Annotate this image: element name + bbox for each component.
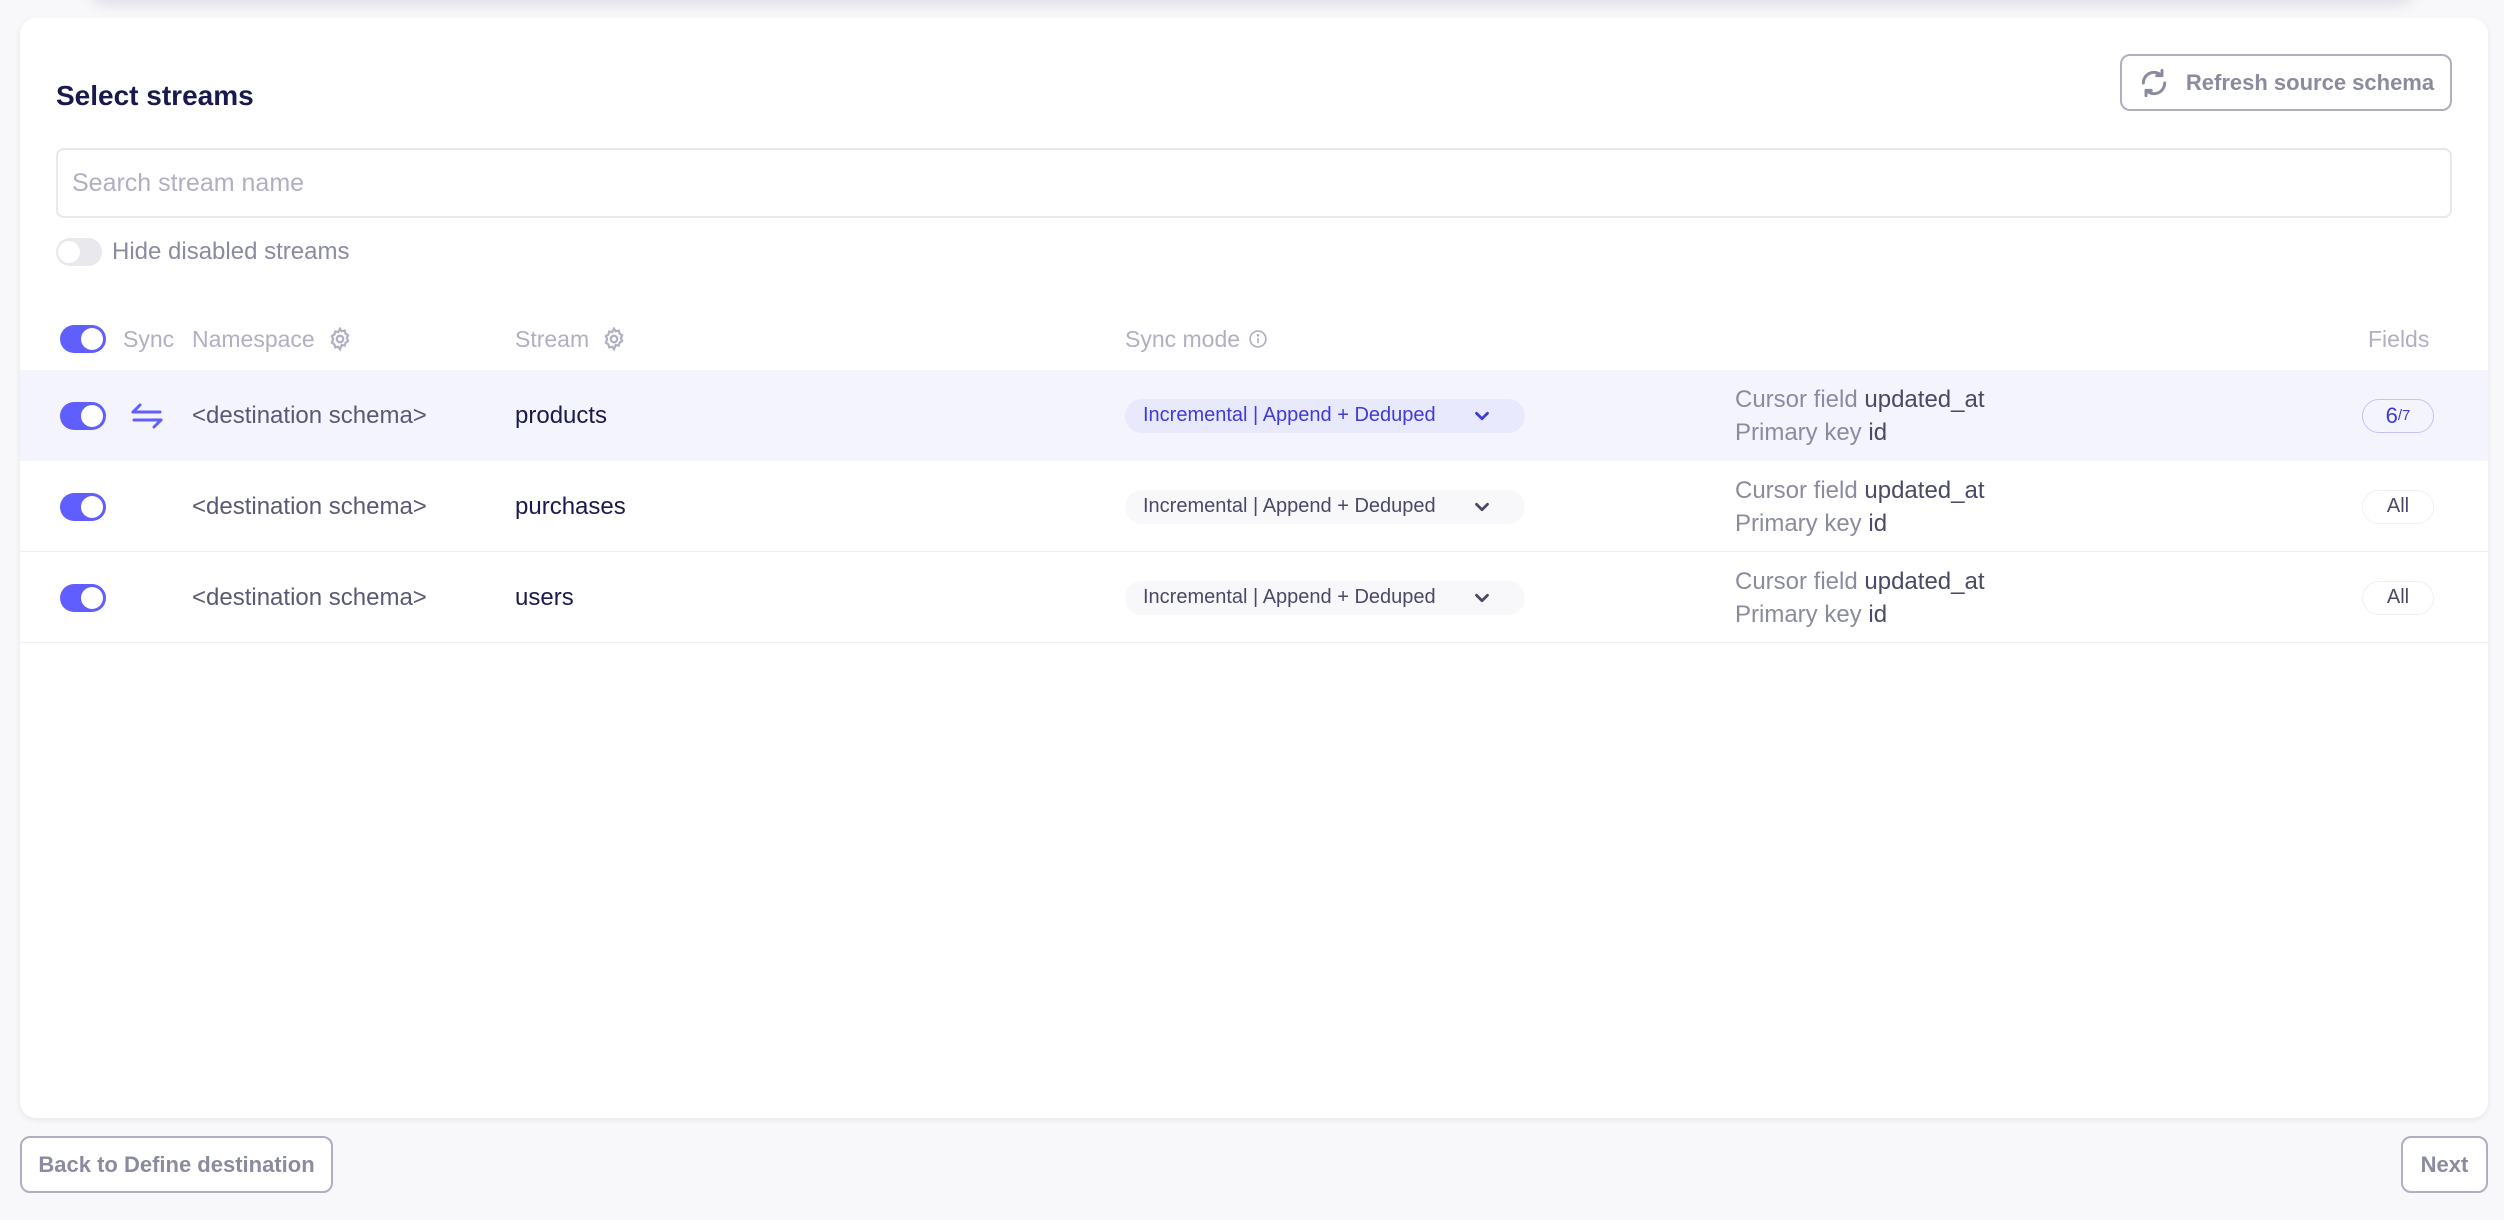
sync-arrows-icon — [131, 403, 163, 428]
sync-column-header: Sync — [123, 325, 175, 352]
cursor-field-label: Cursor field — [1735, 567, 1858, 595]
toggle-knob — [81, 328, 103, 350]
stream-settings-gear-icon[interactable] — [601, 326, 627, 352]
refresh-source-schema-label: Refresh source schema — [2185, 69, 2435, 95]
back-to-define-destination-button[interactable]: Back to Define destination — [20, 1136, 333, 1193]
sync-mode-info-icon[interactable] — [1248, 329, 1268, 349]
toggle-knob — [58, 241, 80, 263]
refresh-icon — [2141, 68, 2167, 97]
chevron-down-icon — [1475, 411, 1489, 420]
toggle-knob — [81, 495, 103, 518]
cursor-primary-key-info: Cursor field updated_at Primary key id — [1735, 461, 1985, 552]
primary-key-value: id — [1868, 509, 1888, 537]
chevron-down-icon — [1475, 502, 1489, 511]
primary-key-label: Primary key — [1735, 509, 1862, 537]
toggle-knob — [81, 404, 103, 427]
sync-mode-value: Incremental | Append + Deduped — [1143, 404, 1436, 426]
next-button[interactable]: Next — [2401, 1136, 2488, 1193]
table-header: Sync Namespace Stream Sync mode Fields — [20, 308, 2488, 370]
fields-selection-button[interactable]: All — [2362, 489, 2434, 524]
cursor-field-label: Cursor field — [1735, 385, 1858, 413]
sync-mode-dropdown[interactable]: Incremental | Append + Deduped — [1125, 489, 1525, 524]
sync-mode-dropdown[interactable]: Incremental | Append + Deduped — [1125, 580, 1525, 615]
sync-mode-dropdown[interactable]: Incremental | Append + Deduped — [1125, 398, 1525, 433]
fields-all-label: All — [2386, 586, 2410, 608]
stream-column-header: Stream — [515, 325, 590, 352]
namespace-value: <destination schema> — [192, 492, 427, 520]
fields-selected-count: 6 — [2385, 402, 2398, 428]
hide-disabled-streams-label: Hide disabled streams — [112, 238, 350, 265]
stream-sync-toggle[interactable] — [60, 401, 106, 430]
stream-name: users — [515, 583, 574, 611]
sync-all-toggle[interactable] — [60, 325, 106, 353]
stream-row[interactable]: <destination schema> purchases Increment… — [20, 461, 2488, 552]
fields-selection-button[interactable]: All — [2362, 580, 2434, 615]
cursor-primary-key-info: Cursor field updated_at Primary key id — [1735, 370, 1985, 461]
sync-mode-column-header: Sync mode — [1125, 325, 1241, 352]
namespace-value: <destination schema> — [192, 583, 427, 611]
fields-total-count: /7 — [2397, 407, 2411, 424]
namespace-settings-gear-icon[interactable] — [327, 326, 353, 352]
cursor-primary-key-info: Cursor field updated_at Primary key id — [1735, 552, 1985, 643]
cursor-field-value: updated_at — [1864, 385, 1985, 413]
page-title: Select streams — [56, 80, 254, 111]
namespace-column-header: Namespace — [192, 325, 315, 352]
hide-disabled-streams-control: Hide disabled streams — [56, 237, 349, 267]
toggle-knob — [81, 586, 103, 609]
stream-sync-toggle[interactable] — [60, 492, 106, 521]
sync-mode-value: Incremental | Append + Deduped — [1143, 495, 1436, 517]
namespace-value: <destination schema> — [192, 401, 427, 429]
primary-key-label: Primary key — [1735, 600, 1862, 628]
fields-all-label: All — [2386, 495, 2410, 517]
search-stream-input[interactable] — [56, 148, 2452, 218]
fields-column-header: Fields — [2368, 325, 2430, 352]
stream-row[interactable]: <destination schema> users Incremental |… — [20, 552, 2488, 643]
stream-sync-toggle[interactable] — [60, 583, 106, 612]
primary-key-label: Primary key — [1735, 418, 1862, 446]
stream-name: purchases — [515, 492, 626, 520]
stream-row[interactable]: <destination schema> products Incrementa… — [20, 370, 2488, 461]
hide-disabled-streams-toggle[interactable] — [56, 238, 102, 266]
chevron-down-icon — [1475, 593, 1489, 602]
fields-selection-button[interactable]: 6/7 — [2362, 398, 2434, 433]
cursor-field-label: Cursor field — [1735, 476, 1858, 504]
refresh-source-schema-button[interactable]: Refresh source schema — [2120, 54, 2452, 111]
stream-name: products — [515, 401, 608, 429]
sync-mode-value: Incremental | Append + Deduped — [1143, 586, 1436, 608]
primary-key-value: id — [1868, 600, 1888, 628]
primary-key-value: id — [1868, 418, 1888, 446]
cursor-field-value: updated_at — [1864, 567, 1985, 595]
select-streams-card: Select streams Refresh source schema Hid… — [20, 18, 2488, 1118]
cursor-field-value: updated_at — [1864, 476, 1985, 504]
